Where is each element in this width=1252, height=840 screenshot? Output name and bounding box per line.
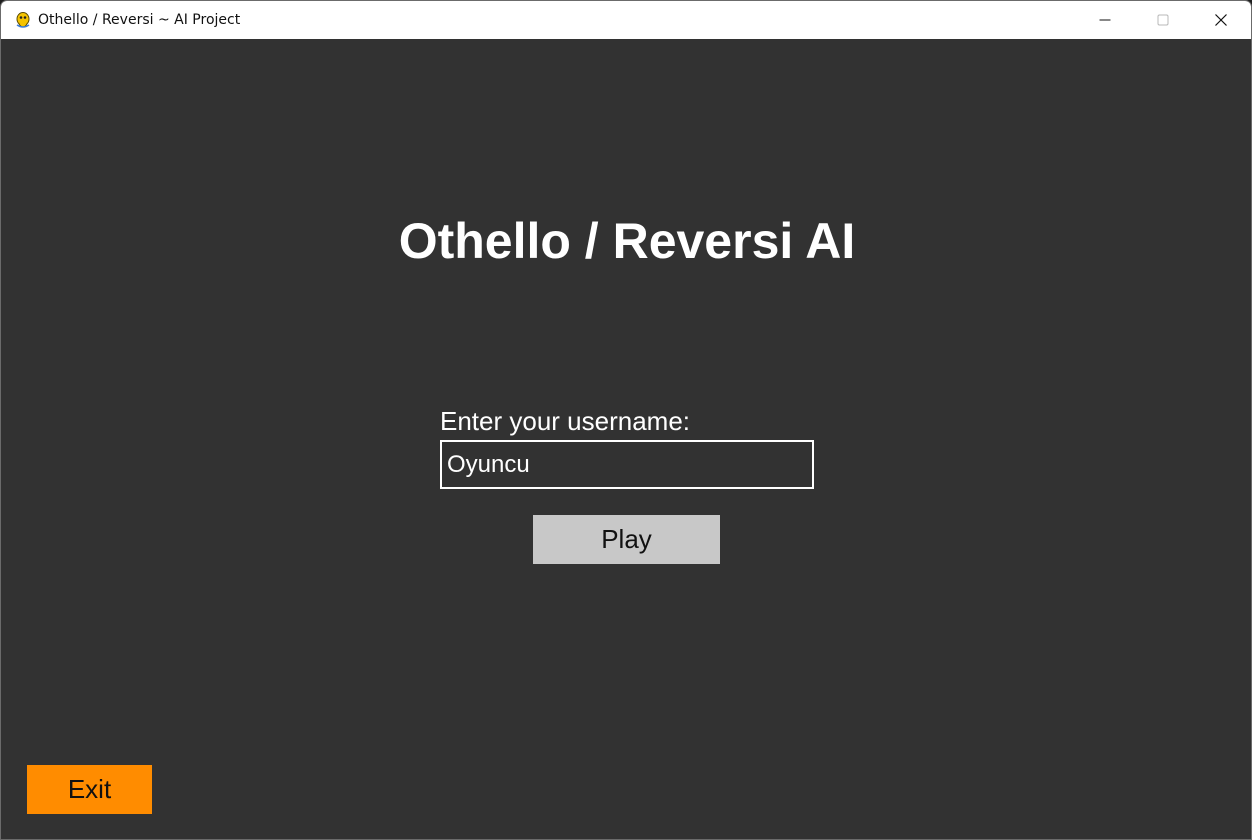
title-bar[interactable]: Othello / Reversi ~ AI Project <box>1 1 1251 39</box>
username-input[interactable] <box>440 440 814 489</box>
close-icon <box>1215 14 1227 26</box>
exit-button[interactable]: Exit <box>27 765 152 814</box>
minimize-icon <box>1099 19 1111 21</box>
username-label: Enter your username: <box>440 406 691 436</box>
close-button[interactable] <box>1192 1 1250 39</box>
maximize-button[interactable] <box>1134 1 1192 39</box>
window-title: Othello / Reversi ~ AI Project <box>38 12 241 28</box>
play-button[interactable]: Play <box>533 515 720 564</box>
app-window: Othello / Reversi ~ AI Project Othello /… <box>0 0 1252 840</box>
game-menu-screen: Othello / Reversi AI Enter your username… <box>1 39 1251 839</box>
minimize-button[interactable] <box>1076 1 1134 39</box>
game-title: Othello / Reversi AI <box>398 213 856 269</box>
pygame-snake-icon <box>13 10 33 30</box>
maximize-icon <box>1157 14 1169 26</box>
